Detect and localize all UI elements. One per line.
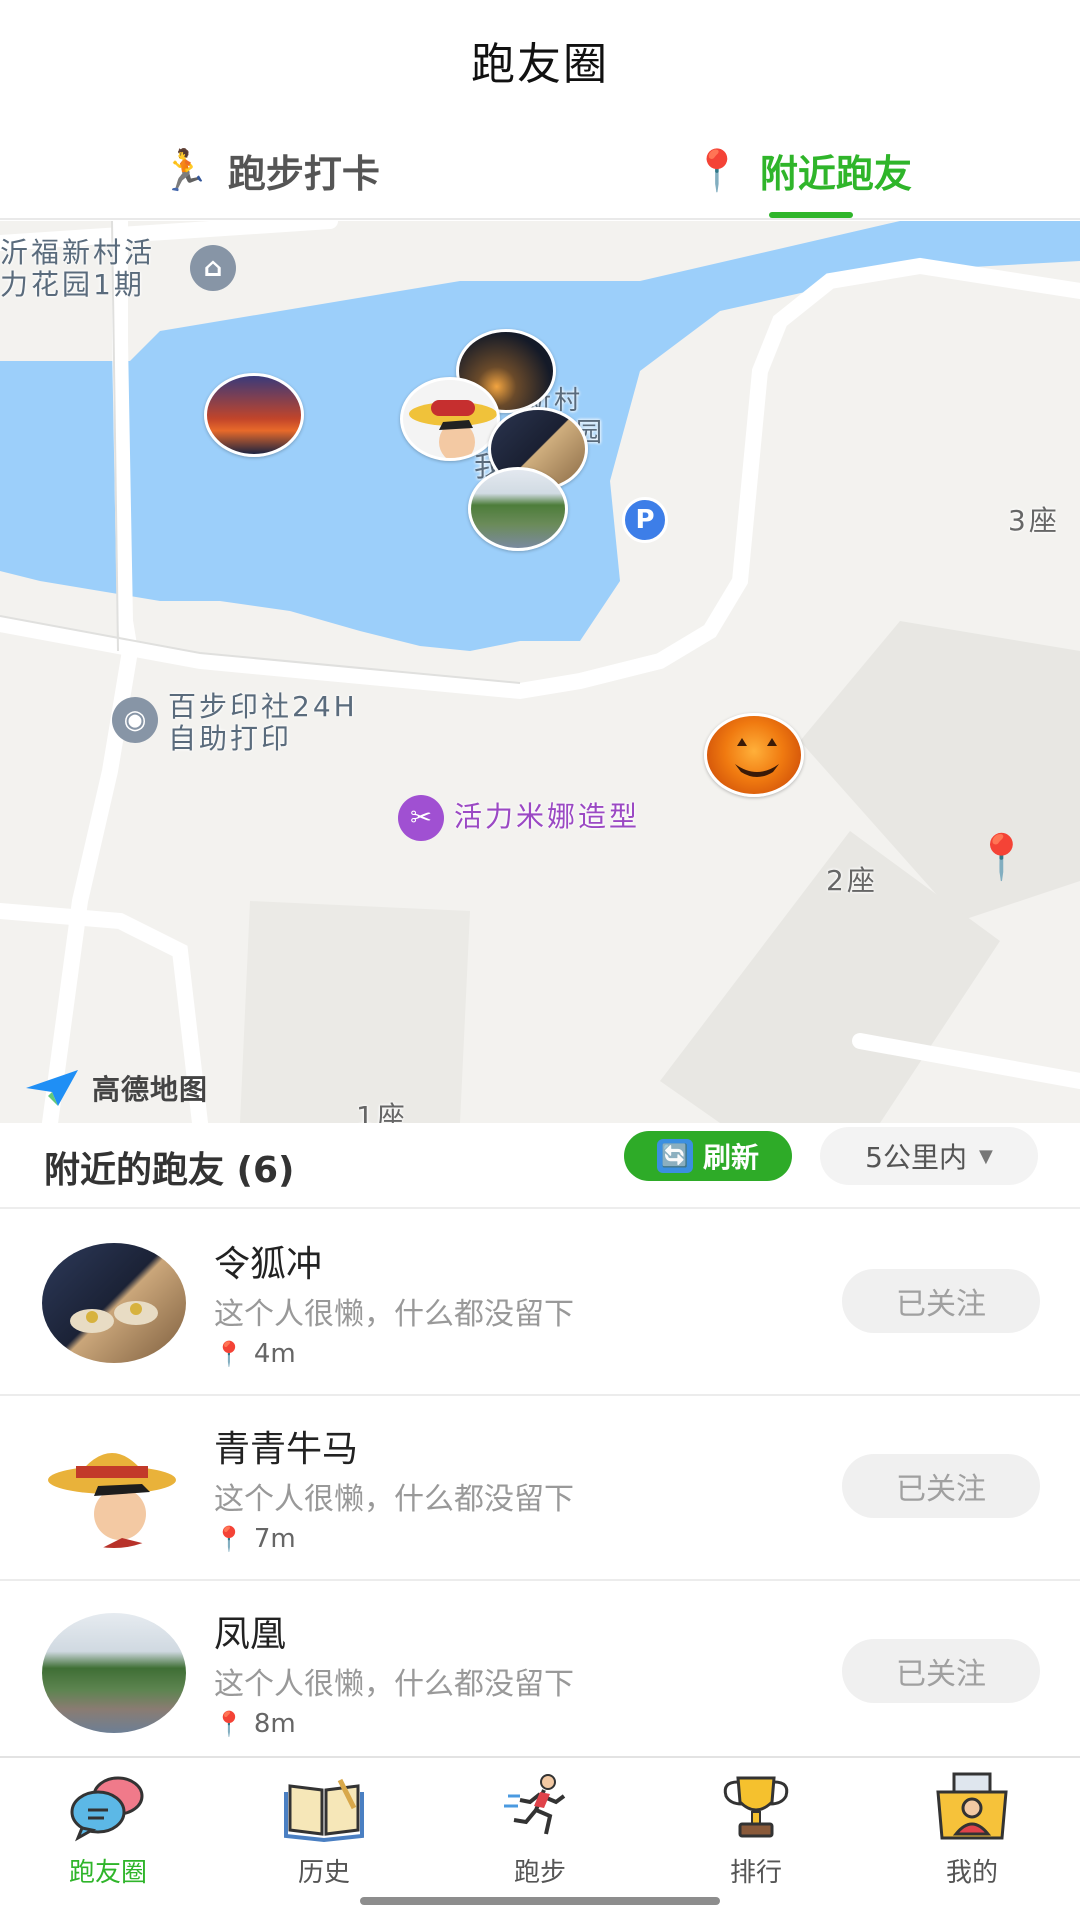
range-label: 5公里内 — [865, 1141, 967, 1174]
range-dropdown[interactable]: 5公里内 ▼ — [820, 1127, 1038, 1185]
location-pin-icon: 📍 — [692, 147, 742, 194]
tab-label: 跑步打卡 — [227, 151, 380, 196]
user-signature: 这个人很懒，什么都没留下 — [214, 1297, 574, 1332]
refresh-button[interactable]: 🔄 刷新 — [624, 1131, 792, 1181]
app-header: 跑友圈 — [0, 0, 1080, 120]
nav-item-mine[interactable]: 我的 — [864, 1772, 1080, 1892]
nav-label: 我的 — [945, 1858, 998, 1888]
nav-item-runners-circle[interactable]: 跑友圈 — [0, 1772, 216, 1892]
location-pin-icon: 📍 — [214, 1710, 244, 1738]
follow-button[interactable]: 已关注 — [842, 1639, 1040, 1703]
amap-logo-icon — [26, 1070, 78, 1106]
tab-label: 附近跑友 — [759, 151, 912, 196]
map-label-print-shop: 百步印社24H 自助打印 — [168, 691, 358, 755]
user-distance: 📍 8m — [214, 1709, 296, 1739]
refresh-icon: 🔄 — [656, 1139, 693, 1173]
chevron-down-icon: ▼ — [978, 1145, 993, 1167]
camera-poi-icon[interactable]: ◉ — [112, 697, 158, 743]
map-label-line: 力花园1期 — [0, 268, 145, 301]
list-item[interactable]: 令狐冲 这个人很懒，什么都没留下 📍 4m 已关注 — [0, 1211, 1080, 1396]
user-name: 令狐冲 — [214, 1244, 323, 1285]
runner-avatar-marker[interactable] — [204, 373, 304, 457]
map-label-salon: 活力米娜造型 — [454, 800, 641, 833]
avatar[interactable] — [42, 1613, 186, 1733]
scissors-poi-icon[interactable]: ✂ — [398, 795, 444, 841]
runner-icon: 🏃 — [160, 147, 210, 194]
map-view[interactable]: 沂福新村活 力花园1期 ⌂ 福新村 园 我 P 3座 ◉ 百步印社24H 自助打… — [0, 221, 1080, 1123]
runner-avatar-marker[interactable] — [704, 713, 804, 797]
home-indicator[interactable] — [360, 1897, 720, 1905]
map-label-building-3: 3座 — [1008, 504, 1060, 537]
list-item[interactable]: 凤凰 这个人很懒，什么都没留下 📍 8m 已关注 — [0, 1581, 1080, 1766]
runner-avatar-marker[interactable] — [400, 377, 500, 461]
map-provider-logo: 高德地图 — [22, 1066, 208, 1110]
nav-label: 排行 — [729, 1858, 782, 1888]
user-name: 凤凰 — [214, 1614, 287, 1655]
map-pin-icon[interactable]: 📍 — [974, 831, 1029, 883]
nearby-title: 附近的跑友 (6) — [44, 1150, 295, 1191]
parking-icon[interactable]: P — [622, 497, 668, 543]
nav-item-history[interactable]: 历史 — [216, 1772, 432, 1892]
location-pin-icon: 📍 — [214, 1340, 244, 1368]
follow-button[interactable]: 已关注 — [842, 1454, 1040, 1518]
map-label-line: 自助打印 — [168, 722, 293, 755]
user-signature: 这个人很懒，什么都没留下 — [214, 1667, 574, 1702]
distance-value: 8m — [253, 1709, 296, 1739]
user-signature: 这个人很懒，什么都没留下 — [214, 1482, 574, 1517]
distance-value: 4m — [253, 1339, 296, 1369]
list-item[interactable]: 青青牛马 这个人很懒，什么都没留下 📍 7m 已关注 — [0, 1396, 1080, 1581]
trophy-icon — [723, 1776, 789, 1838]
runner-icon — [504, 1774, 566, 1835]
avatar[interactable] — [42, 1428, 186, 1548]
map-label-building-2: 2座 — [826, 864, 878, 897]
user-distance: 📍 4m — [214, 1339, 296, 1369]
user-distance: 📍 7m — [214, 1524, 296, 1554]
page-title: 跑友圈 — [471, 39, 609, 90]
distance-value: 7m — [253, 1524, 296, 1554]
profile-card-icon — [936, 1772, 1008, 1840]
nav-label: 跑步 — [513, 1858, 566, 1888]
location-pin-icon: 📍 — [214, 1525, 244, 1553]
avatar[interactable] — [42, 1243, 186, 1363]
user-name: 青青牛马 — [214, 1429, 359, 1470]
tab-bar: 🏃 跑步打卡 📍 附近跑友 — [0, 120, 1080, 220]
nav-item-ranking[interactable]: 排行 — [648, 1772, 864, 1892]
chat-bubbles-icon — [70, 1776, 144, 1842]
map-label-line: 沂福新村活 — [0, 236, 156, 269]
map-provider-name: 高德地图 — [92, 1073, 209, 1106]
runner-avatar-marker[interactable] — [468, 467, 568, 551]
book-icon — [284, 1778, 364, 1842]
refresh-label: 刷新 — [702, 1141, 759, 1174]
map-label-fuxin-village: 沂福新村活 力花园1期 — [0, 237, 155, 301]
tab-nearby-runners[interactable]: 📍 附近跑友 — [692, 140, 912, 200]
map-label-building-1: 1座 — [356, 1100, 408, 1124]
nav-item-run[interactable]: 跑步 — [432, 1772, 648, 1892]
bottom-navigation: 跑友圈 历史 跑步 排行 我的 — [0, 1756, 1080, 1920]
follow-button[interactable]: 已关注 — [842, 1269, 1040, 1333]
nearby-list-header: 附近的跑友 (6) 🔄 刷新 5公里内 ▼ — [0, 1123, 1080, 1209]
map-label-line: 百步印社24H — [168, 690, 358, 723]
nav-label: 跑友圈 — [68, 1858, 147, 1888]
building-poi-icon[interactable]: ⌂ — [190, 245, 236, 291]
tab-run-checkin[interactable]: 🏃 跑步打卡 — [160, 140, 380, 200]
active-tab-indicator — [769, 212, 853, 218]
nav-label: 历史 — [297, 1858, 350, 1888]
